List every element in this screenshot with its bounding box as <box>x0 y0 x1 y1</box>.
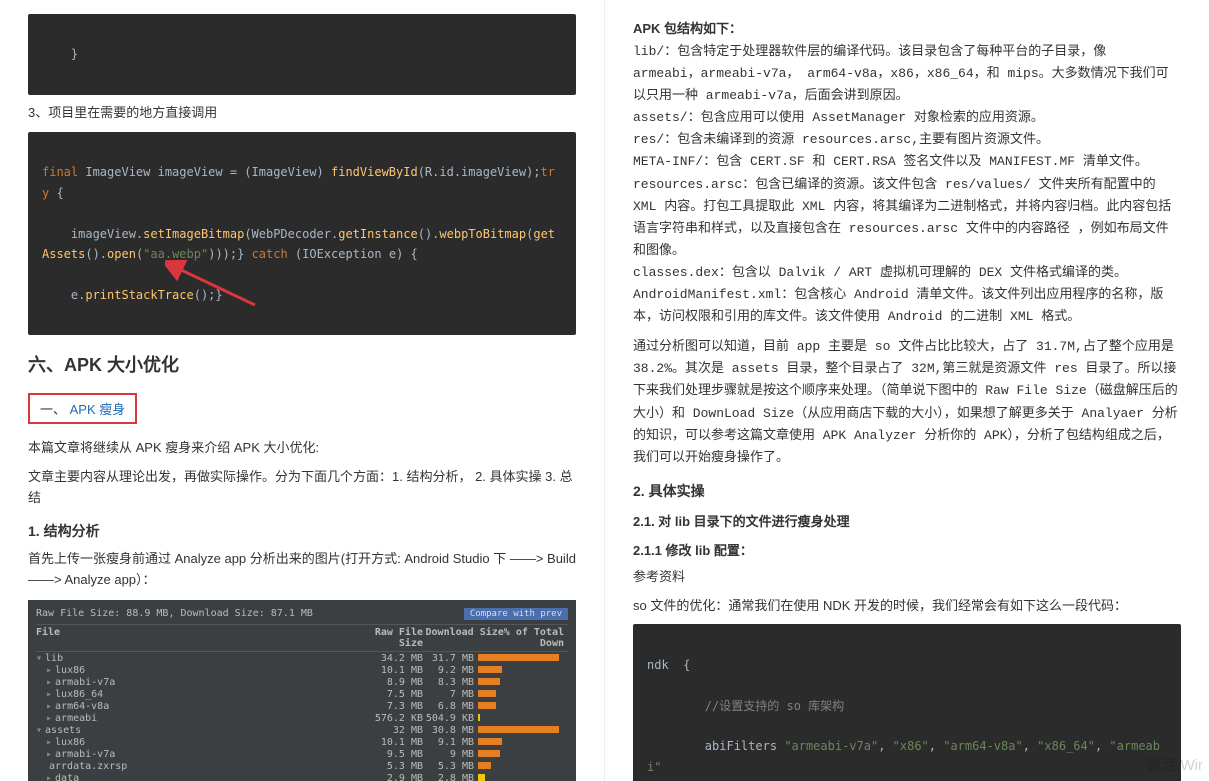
code-block-2: final ImageView imageView = (ImageView) … <box>28 132 576 336</box>
apk-slim-link[interactable]: APK 瘦身 <box>70 402 126 417</box>
heading-apk-optimize: 六、APK 大小优化 <box>28 351 576 377</box>
table-row: ▸lux8610.1 MB9.1 MB <box>36 736 568 748</box>
structure-item: resources.arsc：包含已编译的资源。该文件包含 res/values… <box>633 174 1181 262</box>
right-column: APK 包结构如下： lib/：包含特定于处理器软件层的编译代码。该目录包含了每… <box>605 0 1209 781</box>
table-row: ▸armabi-v7a9.5 MB9 MB <box>36 748 568 760</box>
heading-lib-config: 2.1.1 修改 lib 配置： <box>633 540 1181 559</box>
heading-apk-structure: APK 包结构如下： <box>633 18 1181 37</box>
structure-item: lib/：包含特定于处理器软件层的编译代码。该目录包含了每种平台的子目录，像 a… <box>633 41 1181 107</box>
table-row: arrdata.zxrsp5.3 MB5.3 MB <box>36 760 568 772</box>
boxed-link: 一、 APK 瘦身 <box>28 393 137 424</box>
code-block-ndk1: ndk { //设置支持的 so 库架构 abiFilters "armeabi… <box>633 624 1181 781</box>
structure-item: classes.dex：包含以 Dalvik / ART 虚拟机可理解的 DEX… <box>633 262 1181 284</box>
paragraph: 本篇文章将继续从 APK 瘦身来介绍 APK 大小优化: <box>28 438 576 459</box>
structure-item: META-INF/：包含 CERT.SF 和 CERT.RSA 签名文件以及 M… <box>633 151 1181 173</box>
left-column: } 3、项目里在需要的地方直接调用 final ImageView imageV… <box>0 0 605 781</box>
heading-practice: 2. 具体实操 <box>633 481 1181 501</box>
table-row: ▸arm64-v8a7.3 MB6.8 MB <box>36 700 568 712</box>
paragraph: 首先上传一张瘦身前通过 Analyze app 分析出来的图片(打开方式: An… <box>28 549 576 591</box>
paragraph: 参考资料 <box>633 567 1181 588</box>
table-row: ▸armabi-v7a8.9 MB8.3 MB <box>36 676 568 688</box>
paragraph: so 文件的优化：通常我们在使用 NDK 开发的时候，我们经常会有如下这么一段代… <box>633 596 1181 617</box>
col-raw: Raw File Size <box>363 627 423 649</box>
table-row: ▾assets32 MB30.8 MB <box>36 724 568 736</box>
arrow-icon <box>165 260 265 310</box>
analyze-screenshot: Raw File Size: 88.9 MB, Download Size: 8… <box>28 600 576 781</box>
table-row: ▸lux86_647.5 MB7 MB <box>36 688 568 700</box>
structure-item: assets/：包含应用可以使用 AssetManager 对象检索的应用资源。 <box>633 107 1181 129</box>
heading-structure: 1. 结构分析 <box>28 521 576 541</box>
paragraph: 通过分析图可以知道，目前 app 主要是 so 文件占比比较大，占了 31.7M… <box>633 336 1181 469</box>
paragraph: 3、项目里在需要的地方直接调用 <box>28 103 576 124</box>
structure-item: AndroidManifest.xml：包含核心 Android 清单文件。该文… <box>633 284 1181 328</box>
table-row: ▸armeabi576.2 KB504.9 KB <box>36 712 568 724</box>
structure-item: res/：包含未编译到的资源 resources.arsc,主要有图片资源文件。 <box>633 129 1181 151</box>
code-block-1: } <box>28 14 576 95</box>
paragraph: 文章主要内容从理论出发，再做实际操作。分为下面几个方面：1. 结构分析， 2. … <box>28 467 576 509</box>
heading-lib-slim: 2.1. 对 lib 目录下的文件进行瘦身处理 <box>633 511 1181 530</box>
compare-button: Compare with prev <box>464 608 568 620</box>
table-row: ▸data2.9 MB2.8 MB <box>36 772 568 781</box>
code-line: } <box>71 47 78 61</box>
table-row: ▸lux8610.1 MB9.2 MB <box>36 664 568 676</box>
col-file: File <box>36 627 363 649</box>
col-dl: Download Size% of Total Down <box>423 627 568 649</box>
apk-structure-list: lib/：包含特定于处理器软件层的编译代码。该目录包含了每种平台的子目录，像 a… <box>633 41 1181 328</box>
analyze-header-text: Raw File Size: 88.9 MB, Download Size: 8… <box>36 608 313 620</box>
table-row: ▾lib34.2 MB31.7 MB <box>36 652 568 664</box>
watermark: 激活 Wir <box>1146 754 1203 775</box>
